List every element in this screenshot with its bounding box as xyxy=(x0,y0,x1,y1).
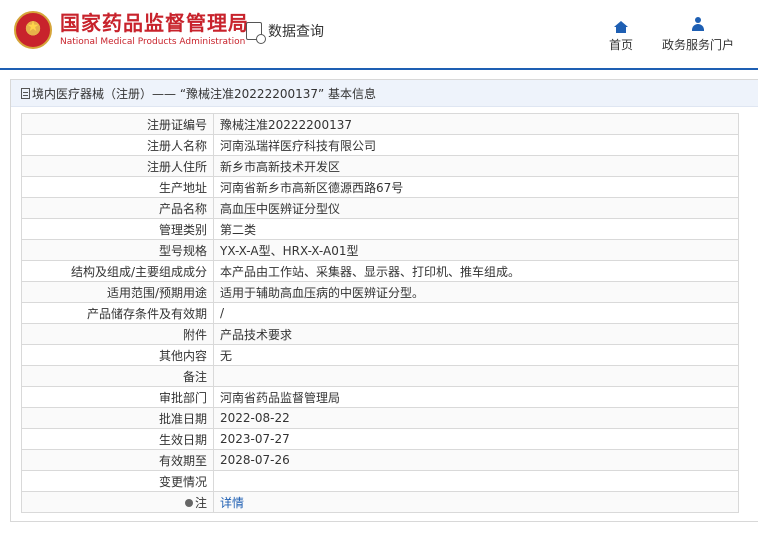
table-row: 管理类别 第二类 xyxy=(21,218,739,240)
note-value-cell: 详情 xyxy=(213,491,739,513)
field-label: 备注 xyxy=(21,365,214,387)
field-value: 豫械注准20222200137 xyxy=(213,113,739,135)
detail-panel: 境内医疗器械（注册）—— “豫械注准20222200137” 基本信息 注册证编… xyxy=(10,79,758,522)
field-label: 产品名称 xyxy=(21,197,214,219)
field-value: 新乡市高新技术开发区 xyxy=(213,155,739,177)
table-row: 注册证编号 豫械注准20222200137 xyxy=(21,113,739,135)
field-label: 注册证编号 xyxy=(21,113,214,135)
field-value: 产品技术要求 xyxy=(213,323,739,345)
field-value xyxy=(213,365,739,387)
nav-home-label: 首页 xyxy=(609,38,634,52)
field-value: 无 xyxy=(213,344,739,366)
panel-title-bar: 境内医疗器械（注册）—— “豫械注准20222200137” 基本信息 xyxy=(11,80,758,107)
table-row: 审批部门 河南省药品监督管理局 xyxy=(21,386,739,408)
table-row: 变更情况 xyxy=(21,470,739,492)
field-label: 型号规格 xyxy=(21,239,214,261)
user-icon xyxy=(691,17,705,31)
table-row: 适用范围/预期用途 适用于辅助高血压病的中医辨证分型。 xyxy=(21,281,739,303)
field-label: 生产地址 xyxy=(21,176,214,198)
table-row: 批准日期 2022-08-22 xyxy=(21,407,739,429)
table-row: 附件 产品技术要求 xyxy=(21,323,739,345)
logo[interactable]: ★ 国家药品监督管理局 National Medical Products Ad… xyxy=(14,11,249,49)
details-link[interactable]: 详情 xyxy=(220,496,244,510)
table-row: 结构及组成/主要组成成分 本产品由工作站、采集器、显示器、打印机、推车组成。 xyxy=(21,260,739,282)
table-row: 备注 xyxy=(21,365,739,387)
field-label: 附件 xyxy=(21,323,214,345)
table-row: 产品名称 高血压中医辨证分型仪 xyxy=(21,197,739,219)
field-value: / xyxy=(213,302,739,324)
field-value: 适用于辅助高血压病的中医辨证分型。 xyxy=(213,281,739,303)
field-value: 2028-07-26 xyxy=(213,449,739,471)
table-row: 产品储存条件及有效期 / xyxy=(21,302,739,324)
table-row: 注详情 xyxy=(21,491,739,513)
org-name-cn: 国家药品监督管理局 xyxy=(60,11,249,35)
table-row: 生效日期 2023-07-27 xyxy=(21,428,739,450)
field-value: 本产品由工作站、采集器、显示器、打印机、推车组成。 xyxy=(213,260,739,282)
field-value: 2022-08-22 xyxy=(213,407,739,429)
field-value: 第二类 xyxy=(213,218,739,240)
field-label: 生效日期 xyxy=(21,428,214,450)
nav-service-portal[interactable]: 政务服务门户 xyxy=(662,17,734,53)
site-header: ★ 国家药品监督管理局 National Medical Products Ad… xyxy=(0,0,758,70)
field-label: 注册人住所 xyxy=(21,155,214,177)
info-table: 注册证编号 豫械注准20222200137 注册人名称 河南泓瑞祥医疗科技有限公司 注册… xyxy=(21,113,739,513)
table-row: 其他内容无 xyxy=(21,344,739,366)
field-label: 变更情况 xyxy=(21,470,214,492)
org-name-en: National Medical Products Administration xyxy=(60,37,246,47)
panel-title: 境内医疗器械（注册）—— “豫械注准20222200137” 基本信息 xyxy=(32,86,377,101)
data-query-link[interactable]: 数据查询 xyxy=(246,21,324,44)
field-label: 产品储存条件及有效期 xyxy=(21,302,214,324)
table-row: 型号规格 YX-X-A型、HRX-X-A01型 xyxy=(21,239,739,261)
table-row: 生产地址 河南省新乡市高新区德源西路67号 xyxy=(21,176,739,198)
note-label-cell: 注 xyxy=(21,491,214,513)
field-label: 结构及组成/主要组成成分 xyxy=(21,260,214,282)
field-value: 高血压中医辨证分型仪 xyxy=(213,197,739,219)
document-icon xyxy=(21,87,30,99)
note-label: 注 xyxy=(194,495,207,510)
field-value: 2023-07-27 xyxy=(213,428,739,450)
field-label: 适用范围/预期用途 xyxy=(21,281,214,303)
field-value: 河南省药品监督管理局 xyxy=(213,386,739,408)
nav-service-portal-label: 政务服务门户 xyxy=(662,38,735,52)
pin-icon xyxy=(184,499,193,507)
search-document-icon xyxy=(246,22,266,44)
field-value: 河南泓瑞祥医疗科技有限公司 xyxy=(213,134,739,156)
table-row: 注册人住所 新乡市高新技术开发区 xyxy=(21,155,739,177)
field-label: 批准日期 xyxy=(21,407,214,429)
table-row: 注册人名称 河南泓瑞祥医疗科技有限公司 xyxy=(21,134,739,156)
national-emblem-icon: ★ xyxy=(14,11,52,49)
field-label: 注册人名称 xyxy=(21,134,214,156)
field-value: YX-X-A型、HRX-X-A01型 xyxy=(213,239,739,261)
data-query-label: 数据查询 xyxy=(268,24,324,40)
field-label: 其他内容 xyxy=(21,344,214,366)
table-row: 有效期至 2028-07-26 xyxy=(21,449,739,471)
nav-home[interactable]: 首页 xyxy=(609,17,633,53)
field-label: 管理类别 xyxy=(21,218,214,240)
home-icon xyxy=(614,21,628,33)
field-label: 审批部门 xyxy=(21,386,214,408)
field-value xyxy=(213,470,739,492)
field-value: 河南省新乡市高新区德源西路67号 xyxy=(213,176,739,198)
field-label: 有效期至 xyxy=(21,449,214,471)
